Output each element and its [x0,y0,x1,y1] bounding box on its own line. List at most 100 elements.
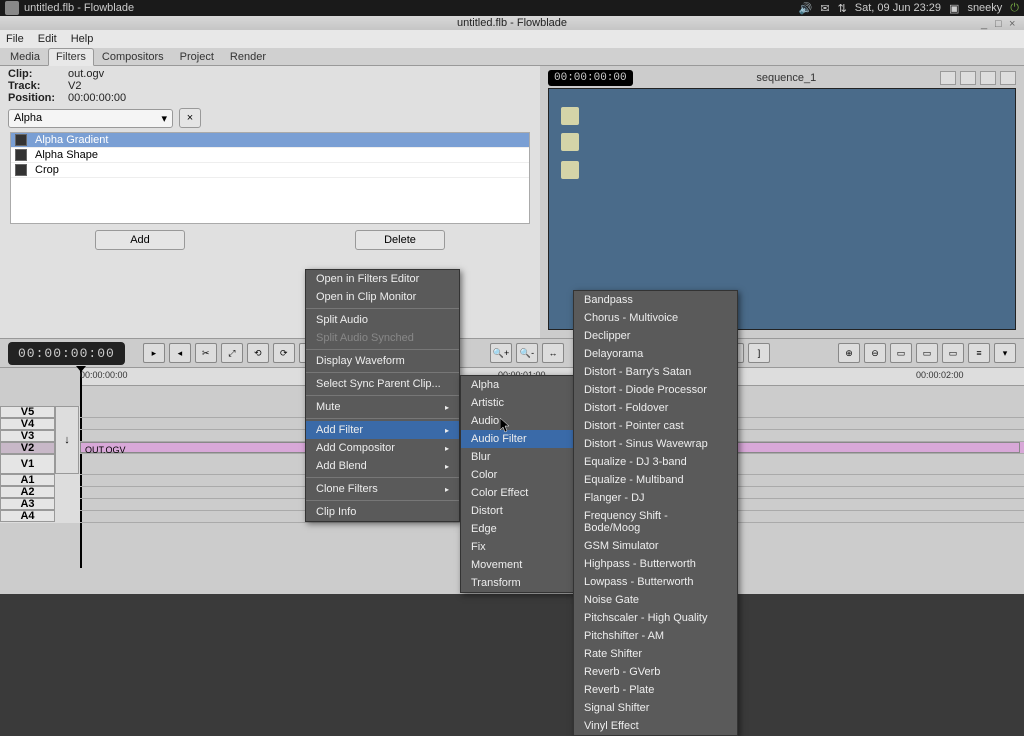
window-title: untitled.flb - Flowblade [457,17,567,29]
context-menu-item[interactable]: Split Audio [306,311,459,329]
context-menu-item[interactable]: Select Sync Parent Clip... [306,375,459,393]
audio-filter-submenu-item[interactable]: Declipper [574,327,737,345]
tool-btn[interactable]: ⟲ [247,343,269,363]
zoom-fit-button[interactable]: ↔ [542,343,564,363]
audio-filter-submenu-item[interactable]: Pitchscaler - High Quality [574,609,737,627]
context-menu-item[interactable]: Add Filter▸ [306,421,459,439]
tab-filters[interactable]: Filters [48,48,94,66]
track-header-a3[interactable]: A3 [0,498,55,510]
audio-filter-submenu-item[interactable]: Reverb - Plate [574,681,737,699]
track-header-v3[interactable]: V3 [0,430,55,442]
audio-filter-submenu-item[interactable]: Reverb - GVerb [574,663,737,681]
audio-filter-submenu-item[interactable]: Signal Shifter [574,699,737,717]
menu-help[interactable]: Help [71,33,94,45]
menu-edit[interactable]: Edit [38,33,57,45]
audio-filter-submenu-item[interactable]: Rate Shifter [574,645,737,663]
indicator-icon[interactable]: ▣ [949,2,959,15]
clear-filter-button[interactable]: × [179,108,201,128]
context-menu-item[interactable]: Mute▸ [306,398,459,416]
audio-filter-submenu-item[interactable]: GSM Simulator [574,537,737,555]
checkbox-icon[interactable] [15,164,27,176]
context-menu-item[interactable]: Clip Info [306,503,459,521]
append-button[interactable]: ▭ [890,343,912,363]
monitor-btn-4[interactable] [1000,71,1016,85]
track-expand-button[interactable]: ↓ [55,406,79,474]
zoom-in-button[interactable]: 🔍+ [490,343,512,363]
audio-filter-submenu-item[interactable]: Pitchshifter - AM [574,627,737,645]
overwrite-button[interactable]: ⊖ [864,343,886,363]
tool-btn[interactable]: ◂ [169,343,191,363]
filter-list[interactable]: Alpha Gradient Alpha Shape Crop [10,132,530,224]
track-header-v1[interactable]: V1 [0,454,55,474]
monitor-btn-1[interactable] [940,71,956,85]
track-header-v2[interactable]: V2 [0,442,55,454]
lift-button[interactable]: ▭ [916,343,938,363]
close-button[interactable]: × [1009,18,1019,28]
audio-filter-submenu-item[interactable]: Distort - Sinus Wavewrap [574,435,737,453]
track-header-a4[interactable]: A4 [0,510,55,522]
audio-filter-submenu-item[interactable]: Chorus - Multivoice [574,309,737,327]
track-header-a1[interactable]: A1 [0,474,55,486]
menu-file[interactable]: File [6,33,24,45]
datetime[interactable]: Sat, 09 Jun 23:29 [855,2,941,14]
menu-button[interactable]: ▾ [994,343,1016,363]
audio-filter-submenu-item[interactable]: Bandpass [574,291,737,309]
minimize-button[interactable]: _ [981,18,991,28]
audio-filter-submenu-item[interactable]: Flanger - DJ [574,489,737,507]
timeline-timecode: 00:00:00:00 [8,342,125,365]
tool-btn[interactable]: ▸ [143,343,165,363]
audio-filter-submenu-item[interactable]: Distort - Diode Processor [574,381,737,399]
monitor-btn-3[interactable] [980,71,996,85]
monitor-timecode: 00:00:00:00 [548,70,633,86]
track-header-v4[interactable]: V4 [0,418,55,430]
mode-button[interactable]: ≡ [968,343,990,363]
desktop-icon [561,133,579,151]
audio-filter-submenu-item[interactable]: Delayorama [574,345,737,363]
filter-item-alpha-shape[interactable]: Alpha Shape [11,148,529,163]
tool-btn[interactable]: ✂ [195,343,217,363]
context-menu-item[interactable]: Display Waveform [306,352,459,370]
context-menu-item[interactable]: Open in Clip Monitor [306,288,459,306]
user-name[interactable]: sneeky [967,2,1002,14]
checkbox-icon[interactable] [15,149,27,161]
monitor-btn-2[interactable] [960,71,976,85]
tab-compositors[interactable]: Compositors [94,48,172,65]
zoom-out-button[interactable]: 🔍- [516,343,538,363]
audio-filter-submenu-item[interactable]: Equalize - Multiband [574,471,737,489]
tab-render[interactable]: Render [222,48,274,65]
tool-btn[interactable]: ⟳ [273,343,295,363]
audio-filter-submenu-item[interactable]: Distort - Barry's Satan [574,363,737,381]
tool-btn[interactable]: ⤢ [221,343,243,363]
mark-out-button[interactable]: ] [748,343,770,363]
tab-project[interactable]: Project [172,48,222,65]
track-header-v5[interactable]: V5 [0,406,55,418]
audio-filter-submenu-item[interactable]: Noise Gate [574,591,737,609]
insert-button[interactable]: ⊕ [838,343,860,363]
audio-filter-submenu-item[interactable]: Vinyl Effect [574,717,737,735]
audio-filter-submenu-item[interactable]: Equalize - DJ 3-band [574,453,737,471]
add-button[interactable]: Add [95,230,185,250]
context-menu-item[interactable]: Clone Filters▸ [306,480,459,498]
context-menu-item[interactable]: Add Blend▸ [306,457,459,475]
tab-media[interactable]: Media [2,48,48,65]
mail-icon[interactable]: ✉ [820,2,829,15]
extract-button[interactable]: ▭ [942,343,964,363]
audio-filter-submenu-item[interactable]: Distort - Pointer cast [574,417,737,435]
track-header-a2[interactable]: A2 [0,486,55,498]
audio-filter-submenu-item[interactable]: Frequency Shift - Bode/Moog [574,507,737,537]
maximize-button[interactable]: □ [995,18,1005,28]
power-icon[interactable]: ⏻ [1010,2,1019,15]
filter-category-select[interactable]: Alpha ▾ [8,109,173,128]
checkbox-icon[interactable] [15,134,27,146]
app-icon[interactable] [5,1,19,15]
context-menu-item[interactable]: Open in Filters Editor [306,270,459,288]
audio-filter-submenu-item[interactable]: Distort - Foldover [574,399,737,417]
context-menu-item[interactable]: Add Compositor▸ [306,439,459,457]
context-menu-item[interactable]: Split Audio Synched [306,329,459,347]
audio-filter-submenu-item[interactable]: Highpass - Butterworth [574,555,737,573]
network-icon[interactable]: ⇅ [838,2,847,15]
delete-button[interactable]: Delete [355,230,445,250]
speaker-icon[interactable]: 🔊 [799,2,813,15]
filter-item-alpha-gradient[interactable]: Alpha Gradient [11,133,529,148]
filter-item-crop[interactable]: Crop [11,163,529,178]
